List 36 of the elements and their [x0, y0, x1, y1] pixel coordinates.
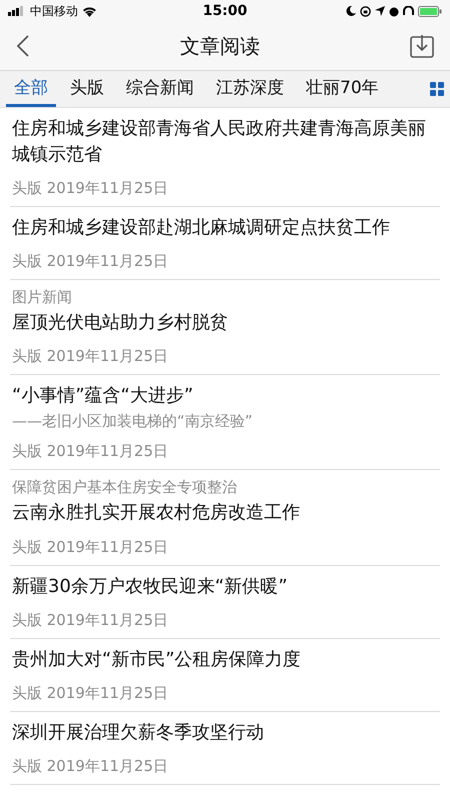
category-tab[interactable]: 江苏深度 [208, 71, 292, 107]
article-title[interactable]: 住房和城乡建设部赴湖北麻城调研定点扶贫工作 [12, 215, 438, 242]
article-meta: 头版 2019年11月25日 [12, 538, 170, 557]
signal-icon [8, 6, 26, 16]
article-title[interactable]: 云南永胜扎实开展农村危房改造工作 [12, 500, 438, 527]
article-title[interactable]: 新疆30余万户农牧民迎来“新供暖” [12, 574, 438, 600]
lock-rotation-icon [360, 6, 371, 16]
article-title[interactable]: 屋顶光伏电站助力乡村脱贫 [12, 310, 438, 336]
article-meta: 头版 2019年11月25日 [12, 347, 170, 366]
back-button[interactable] [16, 35, 30, 57]
article-meta: 头版 2019年11月25日 [12, 756, 170, 776]
article-meta: 头版 2019年11月25日 [12, 684, 170, 703]
category-tab[interactable]: 全部 [6, 71, 56, 107]
location-icon [374, 6, 385, 16]
article-meta: 头版 2019年11月25日 [12, 252, 170, 272]
article-meta: 头版 2019年11月25日 [12, 442, 170, 462]
wifi-icon [82, 6, 97, 16]
article-kicker: 图片新闻 [12, 288, 73, 308]
article-title[interactable]: “小事情”蕴含“大进步” [12, 383, 438, 410]
download-button[interactable] [410, 34, 434, 58]
page-title: 文章阅读 [180, 32, 260, 60]
article-title[interactable]: 贵州加大对“新市民”公租房保障力度 [12, 646, 438, 673]
article-title[interactable]: 深圳开展治理欠薪冬季攻坚行动 [12, 720, 438, 746]
status-time: 15:00 [202, 3, 248, 19]
battery-icon [418, 6, 442, 16]
category-tab[interactable]: 头版 [62, 71, 112, 107]
article-meta: 头版 2019年11月25日 [12, 179, 170, 198]
headphones-icon [402, 6, 414, 16]
category-tab[interactable]: 综合新闻 [118, 71, 202, 107]
category-tab[interactable]: 壮丽70年 [298, 71, 387, 107]
article-title[interactable]: 住房和城乡建设部青海省人民政府共建青海高原美丽城镇示范省 [12, 116, 438, 168]
article-kicker: 保障贫困户基本住房安全专项整治 [12, 478, 238, 498]
article-meta: 头版 2019年11月25日 [12, 610, 170, 630]
article-subtitle: ——老旧小区加装电梯的“南京经验” [12, 412, 254, 432]
moon-icon [346, 6, 356, 16]
carrier-name: 中国移动 [30, 2, 78, 20]
